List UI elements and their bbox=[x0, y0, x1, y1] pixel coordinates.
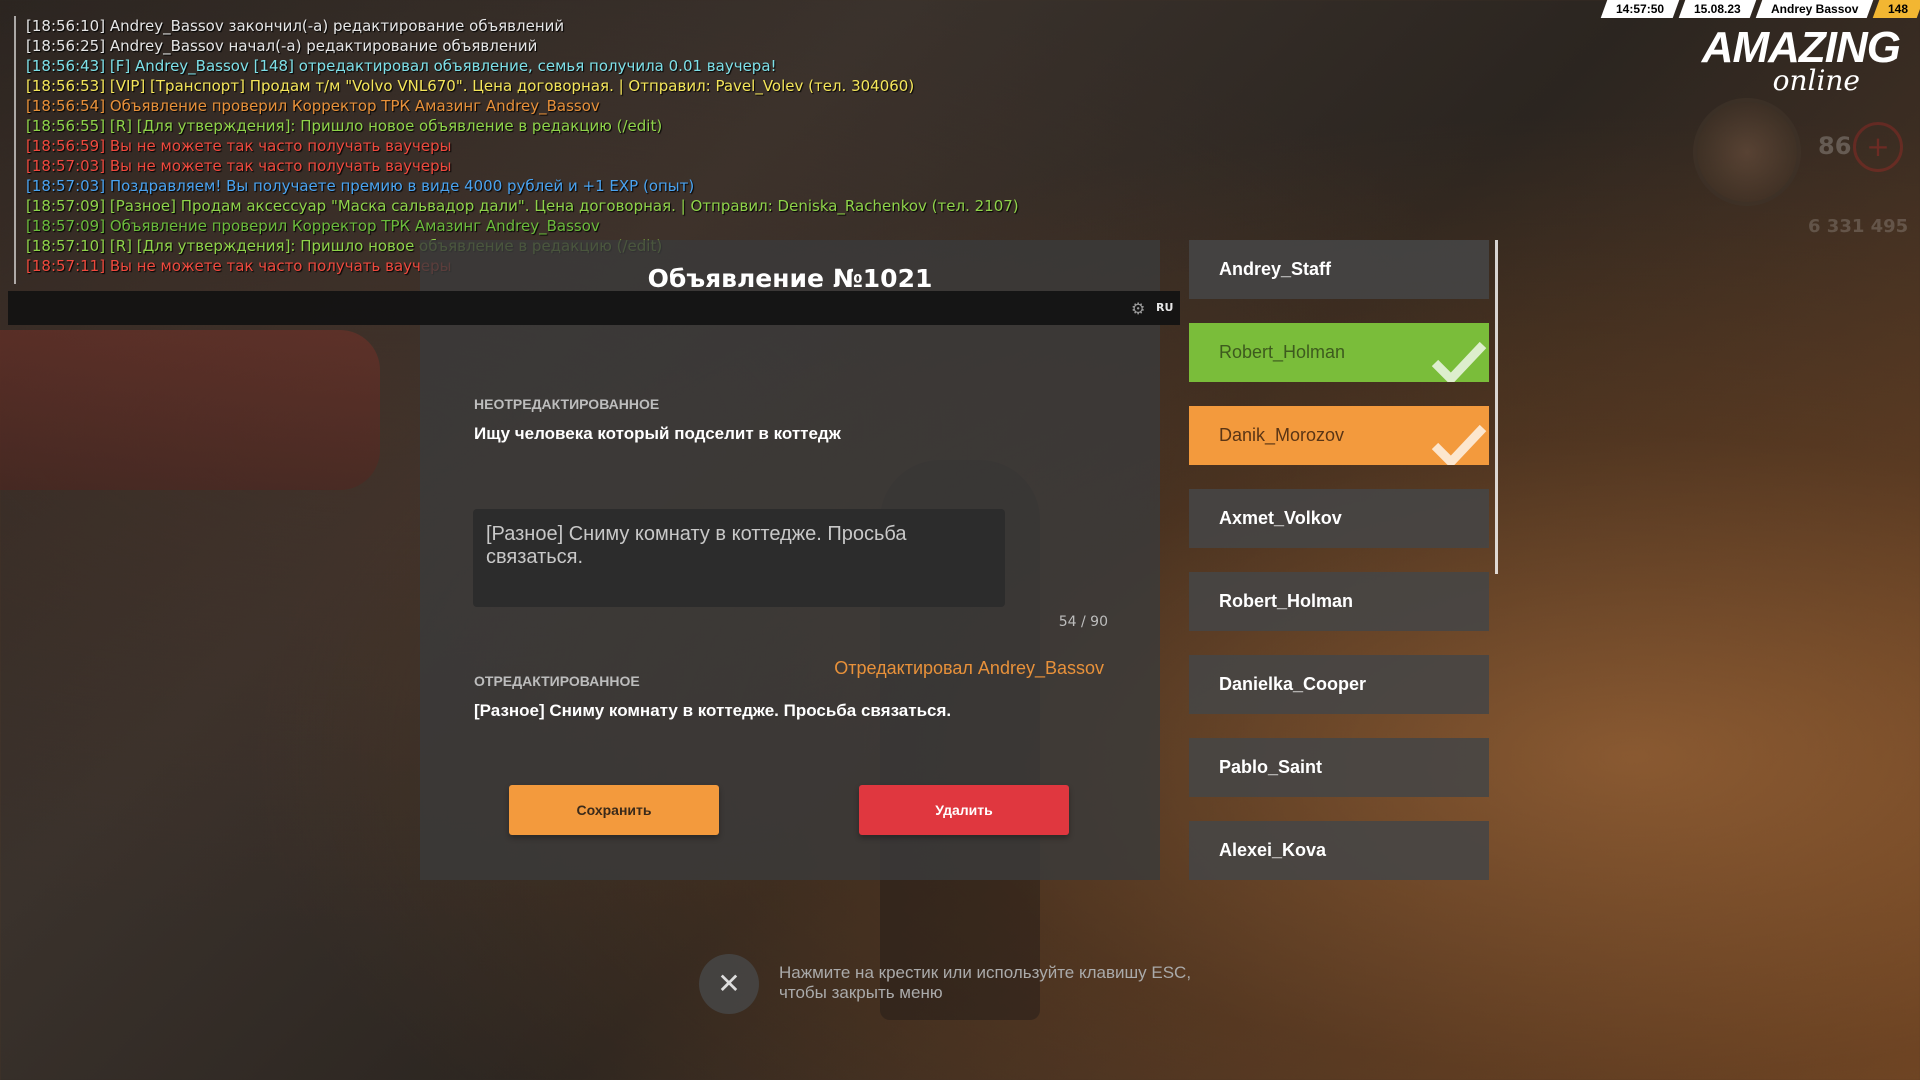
status-player-id: 148 bbox=[1872, 0, 1920, 18]
game-logo: AMAZING online bbox=[1670, 26, 1901, 95]
ad-text-input[interactable]: [Разное] Сниму комнату в коттедже. Прось… bbox=[473, 509, 1005, 607]
language-indicator: RU bbox=[1156, 301, 1174, 314]
edited-text: [Разное] Сниму комнату в коттедже. Прось… bbox=[474, 701, 952, 720]
chat-line: [18:56:25] Andrey_Bassov начал(-а) редак… bbox=[26, 37, 538, 55]
close-hint-line2: чтобы закрыть меню bbox=[779, 983, 943, 1002]
unedited-text: Ищу человека который подселит в коттедж bbox=[474, 424, 841, 443]
hud-health-value: 86 bbox=[1818, 132, 1852, 160]
chat-line: [18:56:43] [F] Andrey_Bassov [148] отред… bbox=[26, 57, 777, 75]
editor-item[interactable]: Robert_Holman bbox=[1189, 572, 1489, 631]
background-sign bbox=[0, 330, 380, 490]
editor-item[interactable]: Pablo_Saint bbox=[1189, 738, 1489, 797]
hud-avatar bbox=[1693, 98, 1801, 206]
editor-item[interactable]: Robert_Holman bbox=[1189, 323, 1489, 382]
editor-name: Axmet_Volkov bbox=[1219, 508, 1342, 528]
editor-name: Pablo_Saint bbox=[1219, 757, 1323, 777]
heart-icon: + bbox=[1853, 122, 1903, 172]
delete-button[interactable]: Удалить bbox=[859, 785, 1069, 835]
editor-item[interactable]: Andrey_Staff bbox=[1189, 240, 1489, 299]
edited-by-label: Отредактировал Andrey_Bassov bbox=[834, 658, 1104, 678]
editor-item[interactable]: Alexei_Kova bbox=[1189, 821, 1489, 880]
chat-line: [18:57:03] Вы не можете так часто получа… bbox=[26, 157, 452, 175]
editor-name: Alexei_Kova bbox=[1219, 840, 1327, 860]
chat-line: [18:57:03] Поздравляем! Вы получаете пре… bbox=[26, 177, 695, 195]
editor-name: Robert_Holman bbox=[1219, 342, 1346, 362]
logo-sub: online bbox=[1772, 64, 1860, 97]
editors-scrollbar[interactable] bbox=[1495, 240, 1498, 574]
dialog-title: Объявление №1021 bbox=[647, 264, 933, 293]
status-bar: 14:57:50 15.08.23 Andrey Bassov 148 bbox=[1598, 0, 1920, 18]
edited-label: ОТРЕДАКТИРОВАННОЕ bbox=[474, 673, 640, 689]
gear-icon[interactable]: ⚙ bbox=[1131, 299, 1145, 318]
editor-item[interactable]: Danielka_Cooper bbox=[1189, 655, 1489, 714]
editor-item[interactable]: Axmet_Volkov bbox=[1189, 489, 1489, 548]
check-icon bbox=[1431, 424, 1487, 465]
close-icon: ✕ bbox=[717, 967, 741, 1000]
chat-line: [18:56:55] [R] [Для утверждения]: Пришло… bbox=[26, 117, 663, 135]
chat-line: [18:57:11] Вы не можете так часто получа… bbox=[26, 257, 452, 275]
chat-line: [18:57:09] [Разное] Продам аксессуар "Ма… bbox=[26, 197, 1019, 215]
status-player: Andrey Bassov bbox=[1755, 0, 1874, 18]
chat-line: [18:56:59] Вы не можете так часто получа… bbox=[26, 137, 452, 155]
save-button[interactable]: Сохранить bbox=[509, 785, 719, 835]
editor-name: Robert_Holman bbox=[1219, 591, 1354, 611]
editor-name: Danielka_Cooper bbox=[1219, 674, 1367, 694]
chat-scrollbar bbox=[14, 16, 16, 284]
chat-input-bar[interactable] bbox=[8, 291, 1180, 325]
check-icon bbox=[1431, 341, 1487, 382]
status-date: 15.08.23 bbox=[1678, 0, 1756, 18]
char-counter: 54 / 90 bbox=[1058, 614, 1108, 630]
close-hint-line1: Нажмите на крестик или используйте клави… bbox=[779, 963, 1192, 982]
editor-name: Andrey_Staff bbox=[1219, 259, 1332, 279]
editor-item[interactable]: Danik_Morozov bbox=[1189, 406, 1489, 465]
editors-list: Andrey_Staff Robert_Holman Danik_Morozov Ax… bbox=[1189, 240, 1489, 880]
chat-line: [18:56:53] [VIP] [Транспорт] Продам т/м … bbox=[26, 77, 915, 95]
unedited-label: НЕОТРЕДАКТИРОВАННОЕ bbox=[474, 396, 660, 412]
chat-line: [18:57:09] Объявление проверил Корректор… bbox=[26, 217, 600, 235]
editor-name: Danik_Morozov bbox=[1219, 425, 1345, 445]
status-time: 14:57:50 bbox=[1600, 0, 1680, 18]
close-button[interactable]: ✕ bbox=[699, 954, 759, 1014]
chat-line: [18:56:54] Объявление проверил Корректор… bbox=[26, 97, 600, 115]
hud-money-value: 6 331 495 bbox=[1808, 216, 1909, 237]
chat-line: [18:56:10] Andrey_Bassov закончил(-а) ре… bbox=[26, 17, 565, 35]
close-hint: Нажмите на крестик или используйте клави… bbox=[779, 963, 1191, 1003]
